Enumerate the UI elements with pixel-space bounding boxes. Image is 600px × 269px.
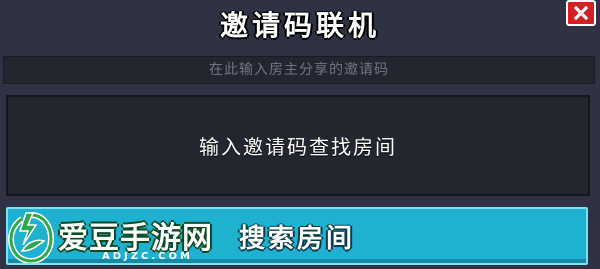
close-icon: [573, 5, 589, 21]
dialog-title: 邀请码联机: [219, 9, 380, 42]
invite-code-input[interactable]: 输入邀请码查找房间: [6, 95, 590, 196]
invite-code-dialog: 邀请码联机 在此输入房主分享的邀请码 输入邀请码查找房间 搜索房间 爱豆手游网 …: [0, 0, 600, 269]
site-watermark: 爱豆手游网 ADJZC.COM: [4, 205, 254, 269]
invite-code-input-label: 输入邀请码查找房间: [199, 135, 397, 159]
hint-text: 在此输入房主分享的邀请码: [3, 56, 595, 84]
watermark-domain: ADJZC.COM: [102, 251, 193, 262]
close-button[interactable]: [566, 0, 596, 26]
watermark-logo-icon: [8, 212, 54, 263]
search-room-button-label: 搜索房间: [238, 223, 355, 254]
